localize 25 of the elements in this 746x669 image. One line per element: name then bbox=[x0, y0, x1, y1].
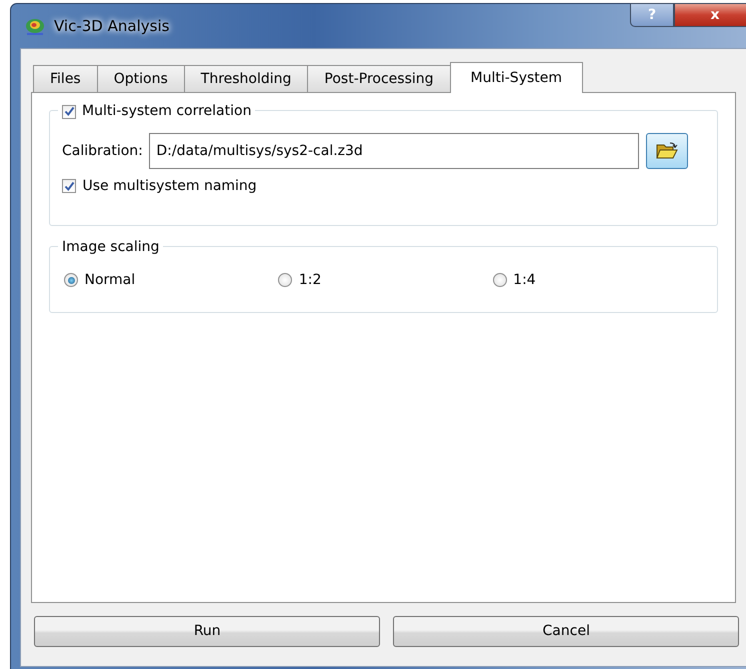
radio-label: Normal bbox=[84, 270, 136, 290]
checkbox-label: Use multisystem naming bbox=[82, 176, 257, 196]
radio-button[interactable] bbox=[278, 273, 292, 287]
browse-button[interactable] bbox=[646, 133, 688, 169]
radio-button[interactable] bbox=[492, 273, 507, 287]
tab[interactable]: Thresholding bbox=[184, 65, 308, 92]
run-button[interactable]: Run bbox=[34, 616, 380, 647]
tab[interactable]: Multi-System bbox=[450, 62, 584, 93]
app-icon bbox=[24, 16, 46, 36]
radio-label: 1:4 bbox=[513, 270, 536, 290]
tab[interactable]: Files bbox=[33, 65, 98, 92]
checkbox[interactable] bbox=[62, 104, 76, 118]
calibration-field[interactable]: D:/data/multisys/sys2-cal.z3d bbox=[149, 133, 640, 169]
tab[interactable]: Options bbox=[96, 65, 185, 92]
group-label: Multi-system correlation bbox=[82, 102, 252, 121]
field-label: Calibration: bbox=[62, 142, 143, 160]
window-title: Vic-3D Analysis bbox=[54, 16, 170, 37]
radio-label: 1:2 bbox=[298, 270, 322, 290]
close-button[interactable]: x bbox=[674, 3, 746, 27]
cancel-button[interactable]: Cancel bbox=[393, 616, 740, 647]
group-title: Image scaling bbox=[62, 238, 160, 256]
radio-button[interactable] bbox=[64, 273, 78, 287]
folder-icon bbox=[656, 142, 678, 160]
checkbox[interactable] bbox=[62, 179, 76, 193]
tab[interactable]: Post-Processing bbox=[307, 65, 451, 92]
